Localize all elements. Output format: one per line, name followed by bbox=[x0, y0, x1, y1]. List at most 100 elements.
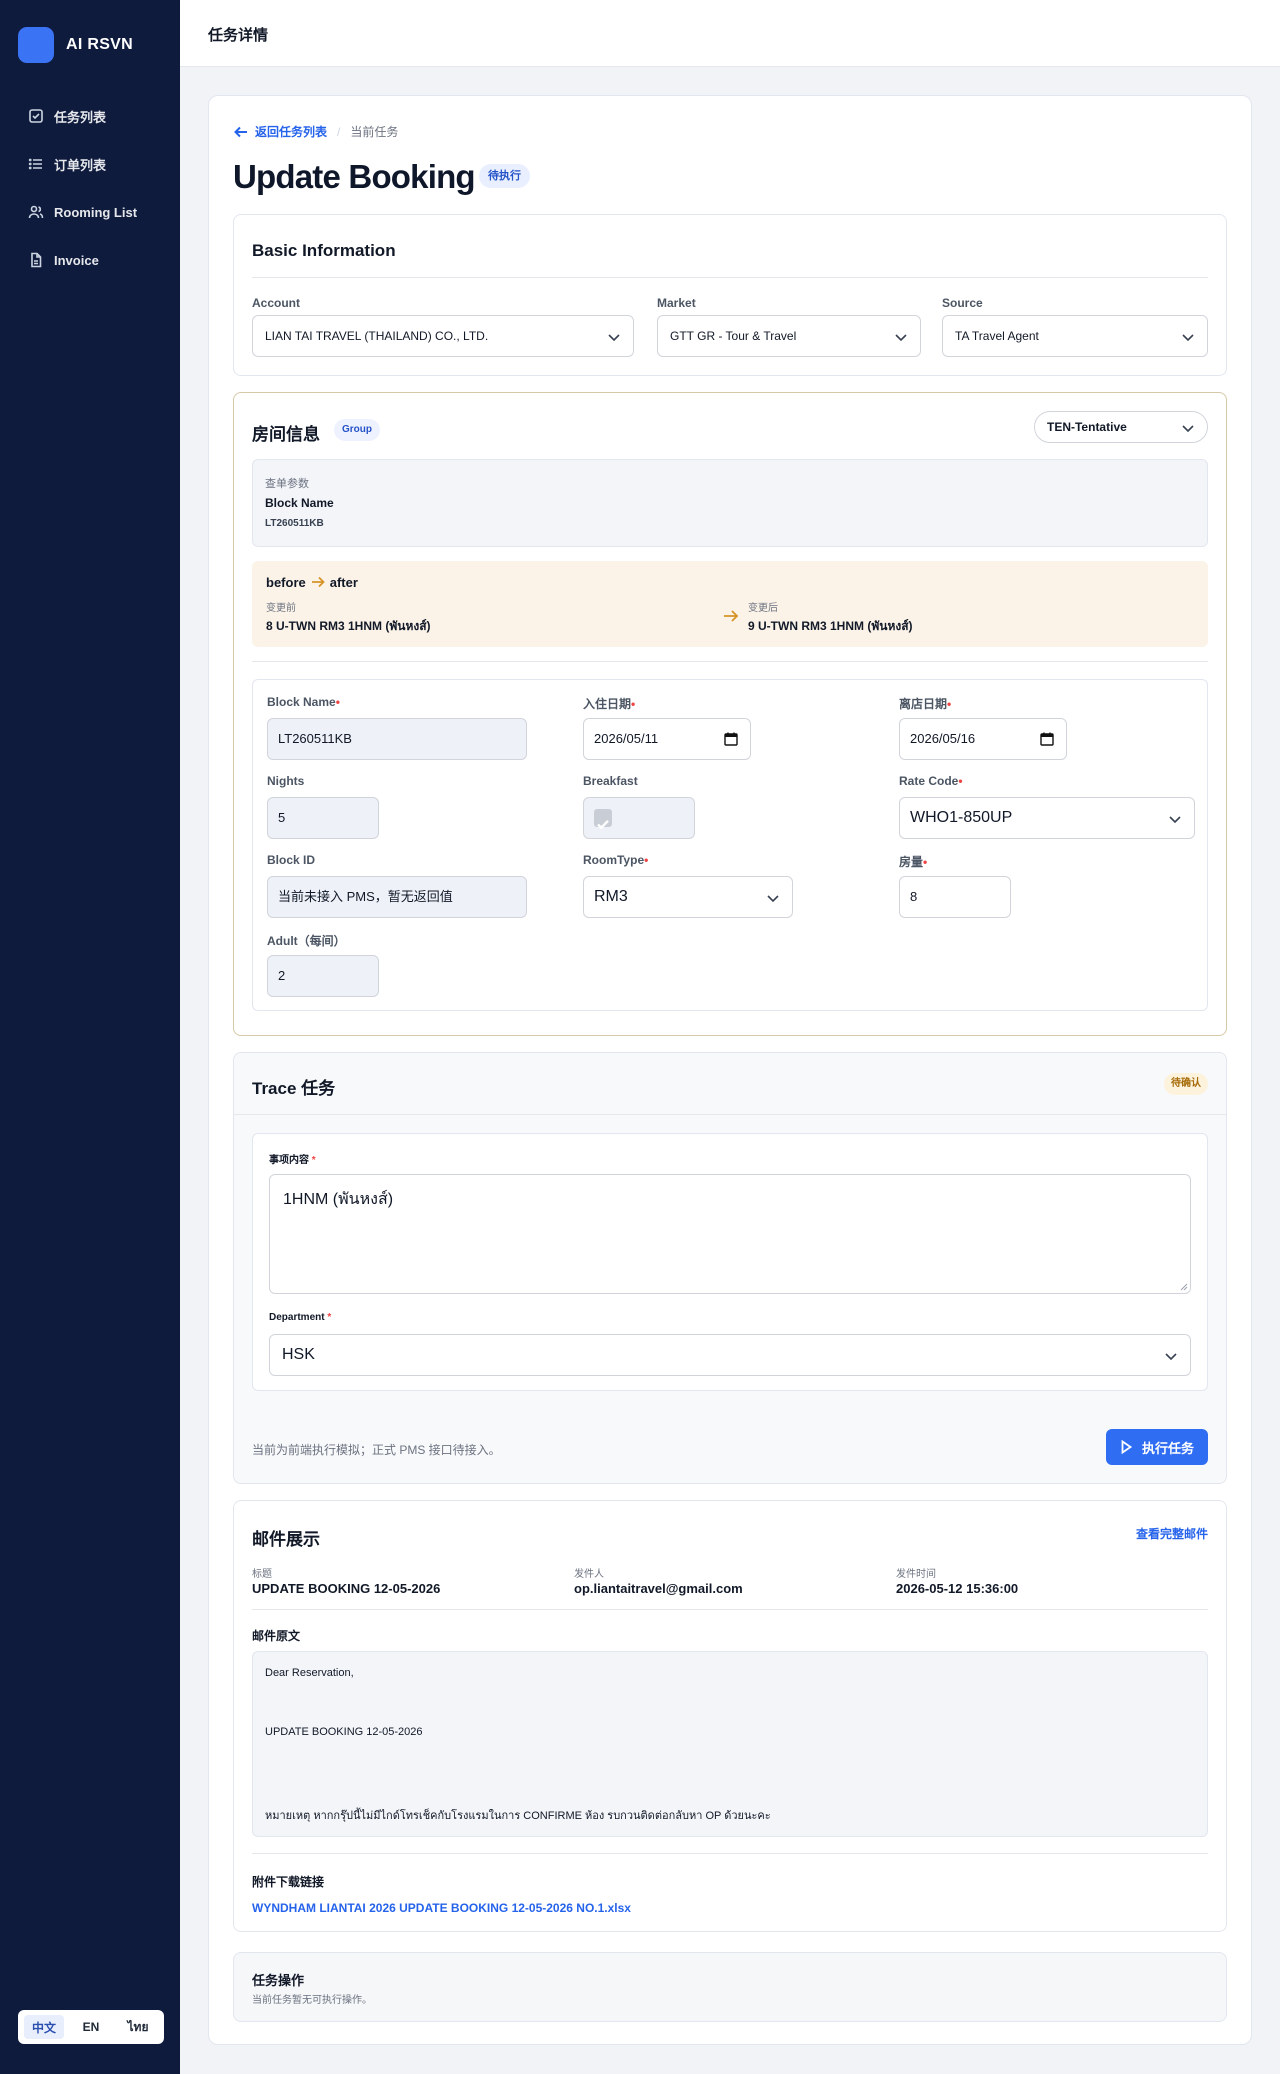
content-textarea[interactable]: 1HNM (พันหงส์) bbox=[269, 1174, 1191, 1294]
source-value: TA Travel Agent bbox=[955, 329, 1039, 343]
checkout-date-label: 离店日期• bbox=[899, 695, 951, 712]
adult-label: Adult（每间） bbox=[267, 934, 346, 948]
list-icon bbox=[28, 158, 42, 170]
roomtype-select[interactable]: RM3 bbox=[583, 876, 793, 918]
content-value: 1HNM (พันหงส์) bbox=[283, 1191, 394, 1208]
view-full-mail-link[interactable]: 查看完整邮件 bbox=[1136, 1525, 1208, 1542]
breadcrumb: 返回任务列表 / 当前任务 bbox=[233, 123, 398, 140]
label-text: 入住日期 bbox=[583, 697, 632, 711]
label-text: 事项内容 bbox=[269, 1155, 309, 1166]
sidebar-item-tasks[interactable]: 任务列表 bbox=[0, 92, 180, 140]
adult-input[interactable]: 2 bbox=[267, 955, 379, 997]
sidebar-item-rooming-list[interactable]: Rooming List bbox=[0, 188, 180, 236]
checkin-date-label: 入住日期• bbox=[583, 695, 635, 712]
execute-task-button[interactable]: 执行任务 bbox=[1105, 1429, 1208, 1465]
market-value: GTT GR - Tour & Travel bbox=[670, 329, 797, 343]
top-bar: 任务详情 bbox=[180, 0, 1280, 67]
section-title: Trace 任务 bbox=[252, 1079, 336, 1098]
roomtype-label: RoomType• bbox=[583, 853, 648, 867]
label-text: Block Name bbox=[267, 695, 336, 709]
account-select[interactable]: LIAN TAI TRAVEL (THAILAND) CO., LTD. bbox=[252, 315, 634, 357]
rate-code-select[interactable]: WHO1-850UP bbox=[899, 797, 1195, 839]
mail-line: UPDATE BOOKING 12-05-2026 bbox=[265, 1726, 423, 1738]
brand-name: AI RSVN bbox=[66, 36, 133, 53]
sidebar-item-invoice[interactable]: Invoice bbox=[0, 236, 180, 284]
sidebar-item-orders[interactable]: 订单列表 bbox=[0, 140, 180, 188]
label-text: RoomType bbox=[583, 853, 645, 867]
attachment-link[interactable]: WYNDHAM LIANTAI 2026 UPDATE BOOKING 12-0… bbox=[252, 1901, 631, 1915]
document-icon bbox=[31, 252, 42, 268]
checkout-date-input[interactable]: 2026/05/16 bbox=[899, 718, 1067, 760]
section-title: 邮件展示 bbox=[252, 1530, 320, 1549]
check-icon bbox=[597, 819, 609, 830]
calendar-icon[interactable] bbox=[724, 732, 738, 746]
booking-status-value: TEN-Tentative bbox=[1047, 420, 1127, 434]
execute-task-label: 执行任务 bbox=[1141, 1440, 1194, 1456]
lang-en-button[interactable]: EN bbox=[71, 2015, 111, 2039]
trace-note: 当前为前端执行模拟；正式 PMS 接口待接入。 bbox=[252, 1443, 501, 1457]
department-select[interactable]: HSK bbox=[269, 1334, 1191, 1376]
chevron-down-icon bbox=[1169, 816, 1181, 824]
page-title: Update Booking bbox=[233, 158, 476, 195]
play-icon bbox=[1121, 1439, 1133, 1455]
mail-body: Dear Reservation, UPDATE BOOKING 12-05-2… bbox=[252, 1651, 1208, 1837]
rooms-input[interactable]: 8 bbox=[899, 876, 1011, 918]
rate-code-value: WHO1-850UP bbox=[910, 809, 1013, 826]
label-text: 房量 bbox=[899, 855, 924, 869]
back-link-label: 返回任务列表 bbox=[255, 125, 328, 139]
required-mark: • bbox=[644, 853, 649, 867]
query-param-name: Block Name bbox=[265, 496, 334, 510]
trace-status-badge: 待确认 bbox=[1164, 1073, 1208, 1095]
query-params-box: 查单参数 Block Name LT260511KB bbox=[252, 459, 1208, 547]
content-label: 事项内容 * bbox=[269, 1151, 316, 1166]
breakfast-field bbox=[583, 797, 695, 839]
sidebar-item-label: Rooming List bbox=[54, 204, 138, 220]
rate-code-label: Rate Code• bbox=[899, 774, 963, 788]
after-value: 9 U-TWN RM3 1HNM (พันหงส์) bbox=[748, 619, 913, 633]
account-label: Account bbox=[252, 296, 300, 310]
divider bbox=[252, 277, 1208, 278]
sidebar-item-label: 订单列表 bbox=[54, 157, 107, 173]
source-select[interactable]: TA Travel Agent bbox=[942, 315, 1208, 357]
brand[interactable]: AI RSVN bbox=[0, 0, 180, 90]
market-select[interactable]: GTT GR - Tour & Travel bbox=[657, 315, 921, 357]
lang-th-button[interactable]: ไทย bbox=[118, 2015, 158, 2039]
chevron-down-icon bbox=[1182, 425, 1194, 433]
resize-handle-icon[interactable] bbox=[1180, 1283, 1188, 1291]
breakfast-checkbox[interactable] bbox=[594, 809, 612, 830]
required-mark: • bbox=[958, 774, 963, 788]
diff-before-word: before bbox=[266, 574, 306, 590]
before-value: 8 U-TWN RM3 1HNM (พันหงส์) bbox=[266, 619, 431, 633]
required-mark: * bbox=[327, 1312, 332, 1323]
breadcrumb-current: 当前任务 bbox=[350, 125, 399, 139]
chevron-down-icon bbox=[767, 895, 779, 903]
nights-input[interactable]: 5 bbox=[267, 797, 379, 839]
calendar-icon[interactable] bbox=[1040, 732, 1054, 746]
arrow-right-icon bbox=[724, 610, 739, 622]
subject-label: 标题 bbox=[252, 1569, 272, 1580]
lang-zh-button[interactable]: 中文 bbox=[24, 2015, 64, 2039]
nights-label: Nights bbox=[267, 774, 305, 788]
checkbox-icon bbox=[29, 109, 43, 123]
attachments-label: 附件下载链接 bbox=[252, 1875, 325, 1889]
operations-note: 当前任务暂无可执行操作。 bbox=[252, 1995, 372, 2006]
arrow-left-icon bbox=[234, 126, 247, 137]
roomtype-value: RM3 bbox=[594, 888, 628, 905]
sidebar-item-label: 任务列表 bbox=[54, 109, 107, 125]
checkout-date-value: 2026/05/16 bbox=[910, 731, 976, 746]
sent-time-value: 2026-05-12 15:36:00 bbox=[896, 1581, 1019, 1596]
chevron-down-icon bbox=[1182, 334, 1194, 342]
sender-value: op.liantaitravel@gmail.com bbox=[574, 1581, 743, 1596]
required-mark: • bbox=[335, 695, 340, 709]
back-to-task-list-link[interactable]: 返回任务列表 bbox=[233, 123, 327, 140]
operations-title: 任务操作 bbox=[252, 1973, 305, 1988]
checkin-date-input[interactable]: 2026/05/11 bbox=[583, 718, 751, 760]
label-text: Department bbox=[269, 1312, 325, 1323]
trace-form: 事项内容 * 1HNM (พันหงส์) Department * HSK bbox=[252, 1133, 1208, 1391]
block-name-input[interactable]: LT260511KB bbox=[267, 718, 527, 760]
booking-status-select[interactable]: TEN-Tentative bbox=[1034, 411, 1208, 443]
task-status-badge: 待执行 bbox=[479, 164, 530, 188]
trace-header: Trace 任务 待确认 bbox=[234, 1053, 1226, 1115]
required-mark: • bbox=[923, 855, 928, 869]
basic-information-card: Basic Information Account LIAN TAI TRAVE… bbox=[233, 214, 1227, 376]
